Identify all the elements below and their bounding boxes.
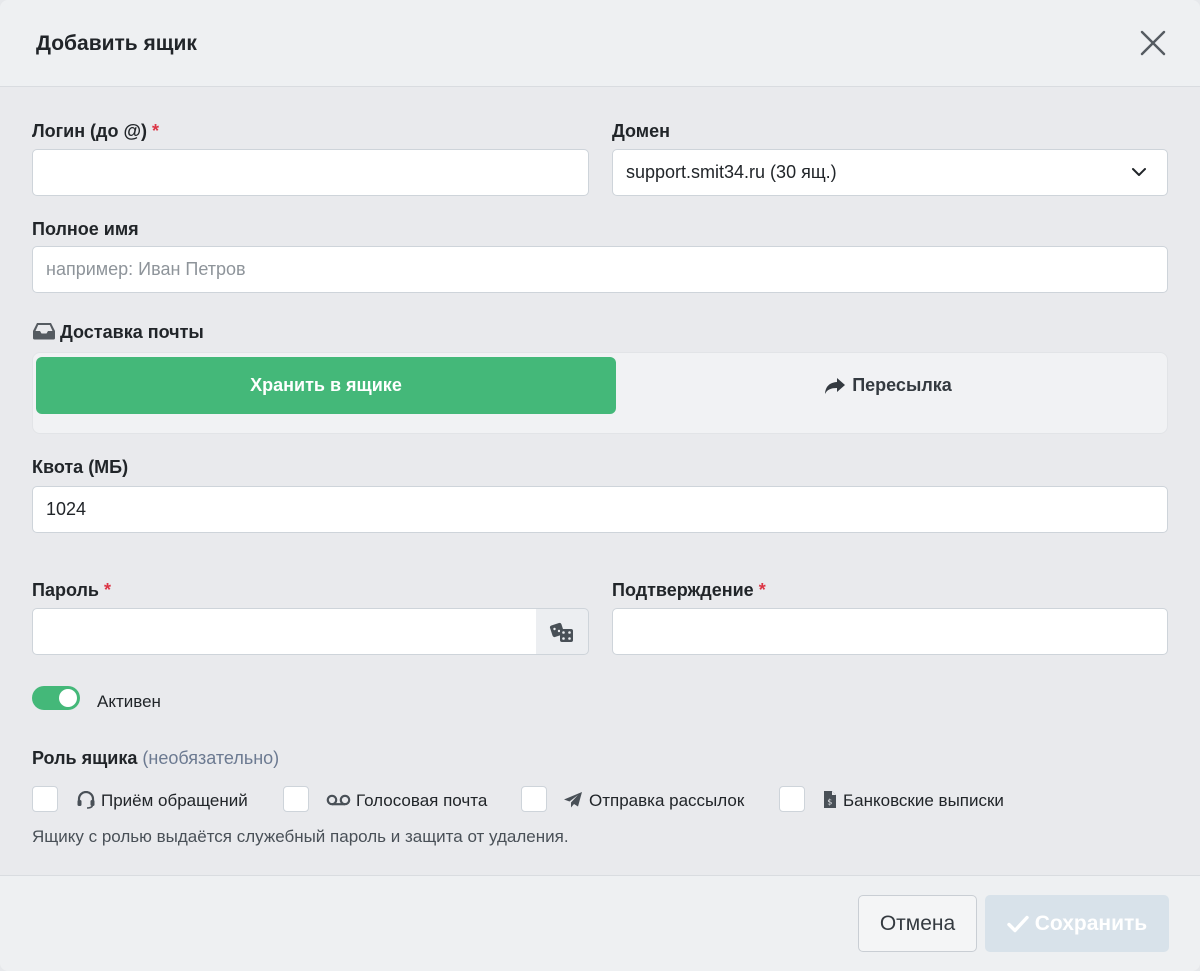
full-name-input[interactable] [32,246,1168,293]
role-optional-note: (необязательно) [142,748,280,768]
delivery-segmented-control: Хранить в ящике Пересылка [32,352,1168,434]
generate-password-button[interactable] [536,608,589,655]
dice-icon [549,622,573,642]
delivery-option-forward-label: Пересылка [852,375,952,395]
active-toggle[interactable] [32,686,80,710]
check-icon [1007,915,1029,932]
save-button-label: Сохранить [1034,911,1148,935]
role-checkbox-mailing[interactable] [521,786,547,812]
quota-label: Квота (МБ) [32,457,129,477]
close-button[interactable] [1138,28,1168,58]
role-hint: Ящику с ролью выдаётся служебный пароль … [32,827,569,846]
headset-icon [77,791,95,809]
role-option-voicemail-label: Голосовая почта [356,791,488,810]
chevron-down-icon [1132,168,1146,176]
invoice-icon: $ [824,791,836,808]
password-label: Пароль * [32,580,111,601]
confirm-label-text: Подтверждение [612,580,754,600]
modal-footer: Отмена Сохранить [0,875,1200,971]
role-label-text: Роль ящика [32,748,138,768]
modal-header: Добавить ящик [0,0,1200,87]
add-mailbox-modal: Добавить ящик Логин (до @) * Домен suppo… [0,0,1200,971]
delivery-label-text: Доставка почты [60,322,204,342]
paper-plane-icon [564,792,582,808]
save-button[interactable]: Сохранить [985,895,1169,952]
role-option-bank-label: Банковские выписки [843,791,1004,810]
required-mark: * [152,121,160,141]
domain-select[interactable]: support.smit34.ru (30 ящ.) [612,149,1168,196]
required-mark: * [104,580,112,600]
close-icon [1140,30,1166,56]
quota-input[interactable] [32,486,1168,533]
inbox-icon [33,323,55,340]
login-input[interactable] [32,149,589,196]
role-checkbox-bank[interactable] [779,786,805,812]
modal-title: Добавить ящик [36,32,197,55]
delivery-label: Доставка почты [32,322,204,343]
domain-label: Домен [612,121,670,141]
password-label-text: Пароль [32,580,99,600]
password-input[interactable] [32,608,537,655]
active-label: Активен [97,692,161,711]
login-label: Логин (до @) * [32,121,159,142]
role-label: Роль ящика (необязательно) [32,748,279,769]
role-option-mailing-label: Отправка рассылок [589,791,745,810]
full-name-label: Полное имя [32,219,139,239]
role-option-support-label: Приём обращений [101,791,248,810]
role-checkbox-voicemail[interactable] [283,786,309,812]
confirm-label: Подтверждение * [612,580,766,601]
domain-selected-value: support.smit34.ru (30 ящ.) [626,162,837,182]
share-arrow-icon [825,377,846,394]
svg-text:$: $ [827,798,832,807]
delivery-option-store[interactable]: Хранить в ящике [36,357,616,414]
confirm-password-input[interactable] [612,608,1168,655]
required-mark: * [758,580,766,600]
cancel-button[interactable]: Отмена [858,895,977,952]
role-checkbox-support[interactable] [32,786,58,812]
delivery-option-forward[interactable]: Пересылка [623,357,1153,414]
login-label-text: Логин (до @) [32,121,148,141]
toggle-knob [59,689,77,707]
voicemail-icon [326,794,351,806]
